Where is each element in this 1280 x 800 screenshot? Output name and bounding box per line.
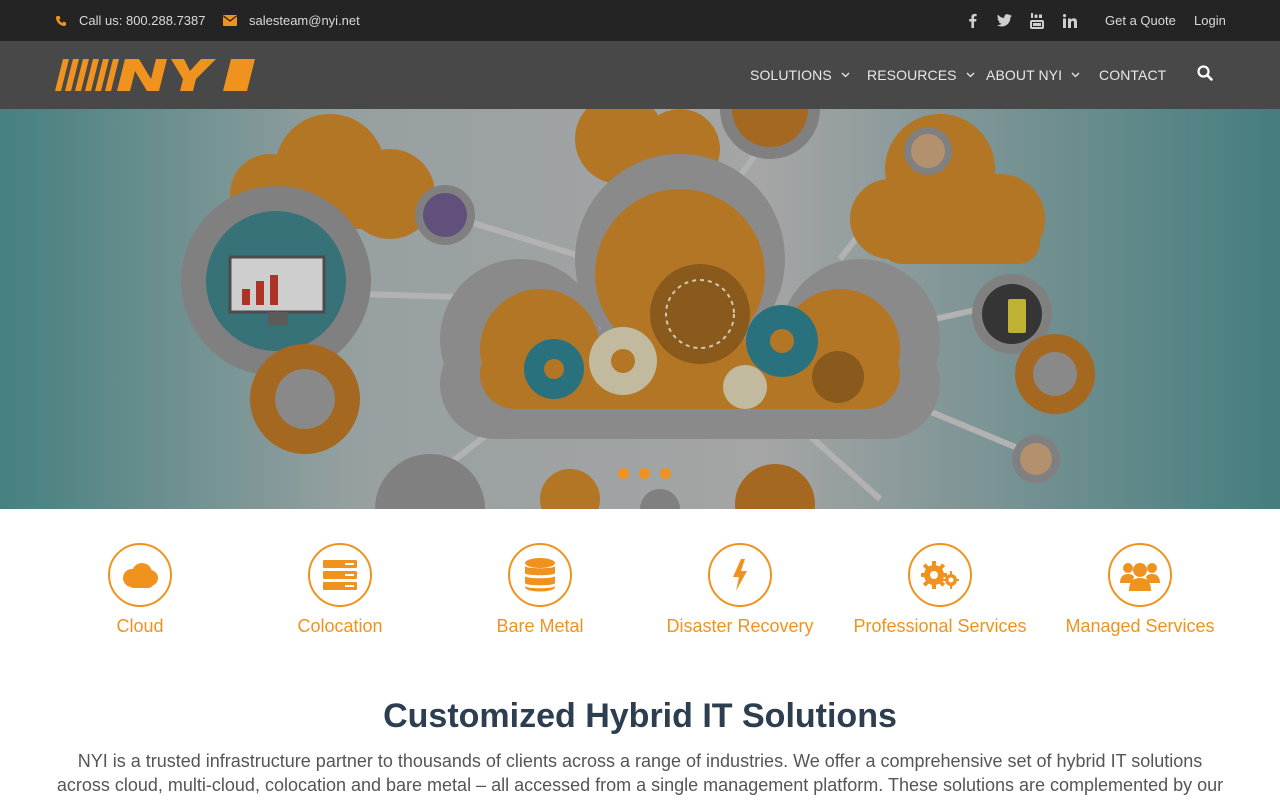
email-address: salesteam@nyi.net [249,13,360,28]
nyi-logo[interactable] [55,57,255,93]
service-cloud-circle [108,543,172,607]
facebook-link[interactable] [961,0,983,41]
search-icon [1197,65,1213,81]
bolt-icon [733,559,747,591]
service-managed-services-circle [1108,543,1172,607]
users-icon [1120,563,1160,591]
nav-solutions-label: SOLUTIONS [750,67,832,83]
service-managed-services[interactable]: Managed Services [1040,543,1240,643]
service-professional-services-circle [908,543,972,607]
envelope-icon [223,15,237,26]
nav-contact-label: CONTACT [1099,67,1167,83]
service-disaster-recovery-label: Disaster Recovery [666,616,814,636]
database-icon [525,558,555,592]
service-bare-metal-label: Bare Metal [496,616,584,636]
twitter-icon [996,14,1012,27]
linkedin-icon [1063,13,1077,28]
phone-contact[interactable]: Call us: 800.288.7387 [55,0,205,41]
chevron-down-icon [841,72,850,78]
main-navbar: SOLUTIONS RESOURCES ABOUT NYI CONTACT [0,41,1280,109]
nav-about-label: ABOUT NYI [986,67,1063,83]
hero-slider [0,109,1280,509]
slide-dot-1[interactable] [618,468,629,479]
service-cloud[interactable]: Cloud [40,543,240,643]
youtube-link[interactable] [1026,0,1048,41]
nav-about[interactable]: ABOUT NYI [986,41,1080,109]
nav-resources-label: RESOURCES [867,67,957,83]
nav-contact[interactable]: CONTACT [1099,41,1166,109]
service-managed-services-label: Managed Services [1065,616,1215,636]
email-contact[interactable]: salesteam@nyi.net [223,0,360,41]
service-disaster-recovery-circle [708,543,772,607]
get-quote-link[interactable]: Get a Quote [1105,0,1176,41]
phone-icon [56,15,66,26]
gears-icon [921,561,959,589]
service-disaster-recovery[interactable]: Disaster Recovery [640,543,840,643]
youtube-icon [1030,12,1044,29]
nav-resources[interactable]: RESOURCES [867,41,975,109]
hero-cloud-illustration [0,109,1280,509]
search-button[interactable] [1197,65,1213,86]
linkedin-link[interactable] [1059,0,1081,41]
phone-number: Call us: 800.288.7387 [79,13,206,28]
login-link[interactable]: Login [1194,0,1226,41]
service-bare-metal[interactable]: Bare Metal [440,543,640,643]
slide-dot-2[interactable] [639,468,650,479]
service-bare-metal-circle [508,543,572,607]
intro-text: NYI is a trusted infrastructure partner … [56,751,1224,800]
cloud-icon [123,563,158,588]
slide-dot-3[interactable] [660,468,671,479]
intro-title: Customized Hybrid IT Solutions [383,697,897,735]
facebook-icon [968,13,977,28]
service-professional-services[interactable]: Professional Services [840,543,1040,643]
server-icon [323,560,357,590]
service-colocation[interactable]: Colocation [240,543,440,643]
nav-solutions[interactable]: SOLUTIONS [750,41,850,109]
chevron-down-icon [1071,72,1080,78]
top-bar: Call us: 800.288.7387 salesteam@nyi.net … [0,0,1280,41]
service-colocation-label: Colocation [297,616,383,636]
twitter-link[interactable] [993,0,1015,41]
service-cloud-label: Cloud [116,616,164,636]
chevron-down-icon [966,72,975,78]
nyi-logo-mark [55,59,255,91]
service-professional-services-label: Professional Services [853,616,1027,636]
service-colocation-circle [308,543,372,607]
